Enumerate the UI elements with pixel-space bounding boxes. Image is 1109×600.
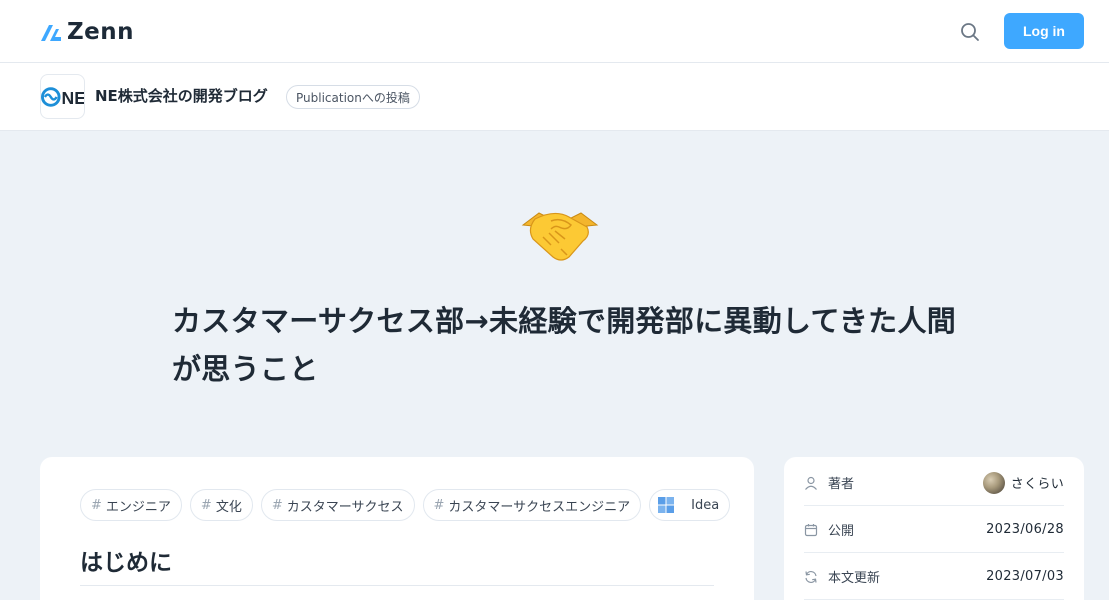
login-button[interactable]: Log in	[1004, 13, 1084, 49]
topic-tag[interactable]: # 文化	[189, 489, 253, 521]
topic-tag-label: 文化	[215, 499, 242, 515]
publication-logo-text: NE	[62, 87, 84, 107]
publication-name[interactable]: NE株式会社の開発ブログ	[95, 85, 268, 106]
publication-bar: NE NE株式会社の開発ブログ Publicationへの投稿	[0, 63, 1109, 131]
article-type-label: Idea	[691, 497, 720, 513]
topic-tag[interactable]: # カスタマーサクセスエンジニア	[422, 489, 642, 521]
publication-logo[interactable]: NE	[40, 74, 85, 119]
author-avatar	[982, 471, 1005, 494]
hash-icon: #	[91, 497, 102, 513]
published-row: 公開 2023/06/28	[804, 507, 1064, 553]
user-icon	[805, 476, 817, 490]
author-label: 著者	[828, 477, 855, 492]
author-name: さくらい	[1010, 477, 1064, 492]
hash-icon: #	[433, 497, 445, 513]
topic-tag[interactable]: # カスタマーサクセス	[260, 489, 415, 521]
heading-divider	[80, 585, 714, 586]
author-link[interactable]: さくらい	[982, 471, 1064, 494]
zenn-logo-text: Zenn	[67, 19, 135, 45]
updated-row: 本文更新 2023/07/03	[804, 554, 1064, 600]
author-row: 著者 さくらい	[804, 460, 1064, 506]
search-button[interactable]	[956, 18, 984, 46]
topic-tag-label: カスタマーサクセスエンジニア	[448, 499, 631, 515]
article-type-tag[interactable]: Idea	[649, 489, 731, 521]
updated-date: 2023/07/03	[986, 569, 1064, 584]
zenn-logo-icon	[41, 25, 61, 41]
topic-tag-label: エンジニア	[105, 499, 171, 515]
calendar-icon	[804, 523, 818, 536]
publication-badge: Publicationへの投稿	[286, 85, 420, 109]
site-header: Zenn Log in	[0, 0, 1109, 63]
article-body-card: # エンジニア # 文化 # カスタマーサクセス # カスタマーサクセスエンジニ…	[40, 457, 754, 600]
idea-windows-icon	[658, 497, 675, 513]
refresh-icon	[805, 570, 817, 583]
topic-tag[interactable]: # エンジニア	[80, 489, 182, 521]
hash-icon: #	[200, 497, 212, 513]
zenn-logo[interactable]: Zenn	[40, 18, 134, 46]
published-date: 2023/06/28	[986, 522, 1064, 537]
updated-label: 本文更新	[828, 571, 881, 586]
article-title: カスタマーサクセス部→未経験で開発部に異動してきた人間が思うこと	[172, 304, 957, 386]
ne-logo-icon: NE	[41, 86, 84, 107]
handshake-emoji-icon	[521, 212, 599, 261]
published-label: 公開	[828, 524, 855, 539]
hash-icon: #	[271, 497, 283, 513]
search-icon	[961, 23, 979, 41]
article-info-card: 著者 さくらい 公開 2023/06/28 本文更新 2023/07/03	[784, 457, 1084, 600]
topic-tag-label: カスタマーサクセス	[286, 499, 404, 515]
section-heading: はじめに	[80, 550, 172, 576]
topic-tags: # エンジニア # 文化 # カスタマーサクセス # カスタマーサクセスエンジニ…	[80, 489, 731, 521]
